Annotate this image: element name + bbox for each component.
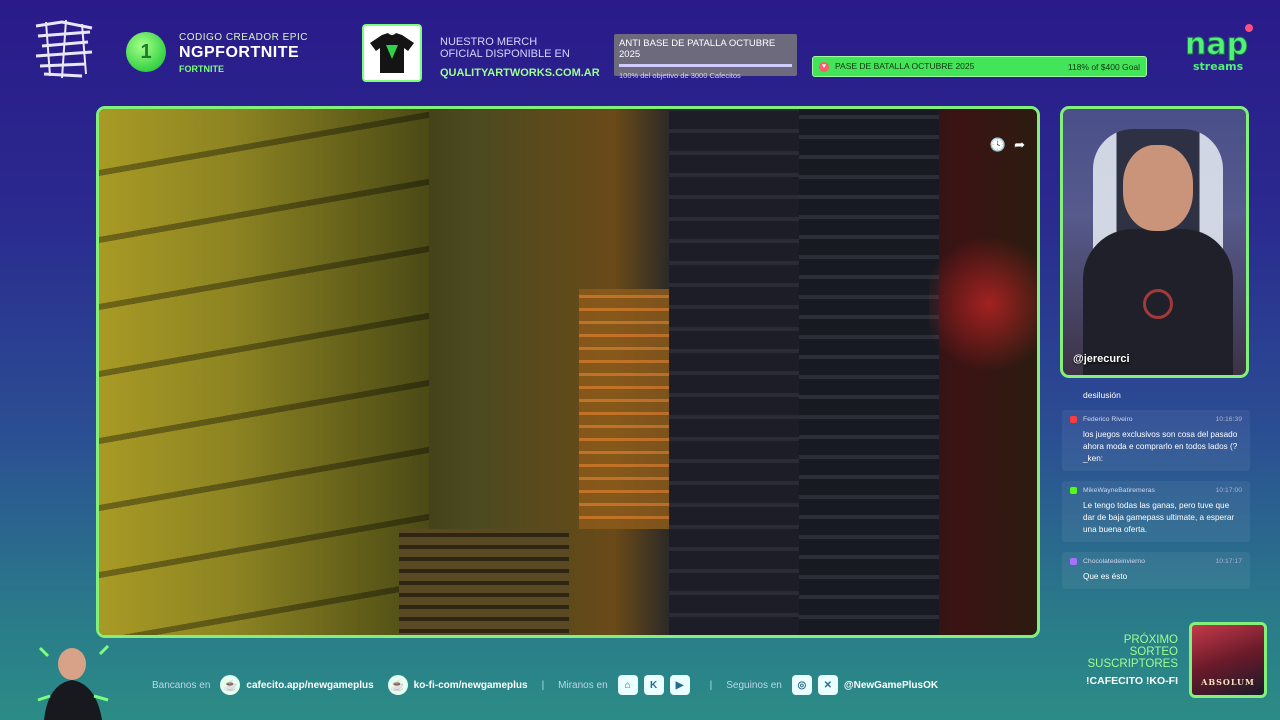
merch-url-link[interactable]: QUALITYARTWORKS.COM.AR [440,67,600,79]
clock-icon[interactable]: 🕓 [990,137,1006,153]
chat-panel: desilusión Federico Riveiro 10:16:39 los … [1062,381,1250,599]
share-icon[interactable]: ➦ [1014,137,1025,153]
game-capture: 🕓 ➦ [96,106,1040,638]
twitch-icon[interactable]: ⌂ [617,675,638,695]
twitch-icon [1070,558,1077,565]
kofi-goal-progress-text: 118% of $400 Goal [1067,61,1140,72]
social-handle[interactable]: @NewGamePlusOK [844,680,938,691]
sorteo-line3: SUSCRIPTORES [1087,658,1178,670]
streamer-head [1123,145,1193,231]
chat-first-line: desilusión [1083,390,1121,400]
bottom-social-bar: Bancanos en ☕ cafecito.app/newgameplus ☕… [152,674,938,696]
kofi-link[interactable]: ko-fi-com/newgameplus [414,680,528,691]
creator-code-name: NGPFORTNITE [179,44,300,61]
chat-message: MikeWayneBatiremeras 10:17:00 Le tengo to… [1062,481,1250,542]
kick-icon[interactable]: K [643,675,664,695]
youtube-icon [1070,416,1077,423]
poster-title: ABSOLUM [1201,677,1255,687]
cafecito-icon: ☕ [220,675,241,695]
merch-line2: OFICIAL DISPONIBLE EN [440,48,570,60]
merch-promo: NUESTRO MERCH OFICIAL DISPONIBLE EN QUAL… [440,36,600,79]
chat-text: Que es ésto [1083,572,1128,581]
merch-line1: NUESTRO MERCH [440,36,538,48]
logo-text: nap [1185,27,1248,62]
sorteo-commands: !CAFECITO !KO-FI [1086,675,1178,687]
game-pillar-right [799,109,939,635]
miranos-label: Miranos en [558,679,608,691]
kofi-goal-widget: ♥ PASE DE BATALLA OCTUBRE 2025 118% of $… [812,56,1147,77]
instagram-icon[interactable]: ◎ [791,675,812,695]
cafecito-goal-title: ANTI BASE DE PATALLA OCTUBRE 2025 [619,38,776,60]
cafecito-goal-widget: ANTI BASE DE PATALLA OCTUBRE 2025 100% d… [614,34,797,80]
chat-message: Chocolatedeinvierno 10:17:17 Que es ésto [1062,552,1250,589]
coin-icon: 1 [126,32,166,72]
kofi-icon: ☕ [387,675,408,695]
chat-username: Federico Riveiro [1083,416,1133,423]
webcam-feed: @jerecurci [1060,106,1249,378]
game-poster-image: ABSOLUM [1189,622,1267,698]
heart-icon: ♥ [819,61,829,72]
separator: | [541,679,545,691]
shirt-emblem [1143,289,1173,319]
chat-text: Le tengo todas las ganas, pero tuve que … [1083,501,1235,534]
sorteo-line2: SORTEO [1129,646,1178,658]
kick-icon [1070,487,1077,494]
separator: | [709,679,713,691]
kofi-goal-title: PASE DE BATALLA OCTUBRE 2025 [835,61,975,71]
chat-time: 10:17:17 [1215,558,1242,565]
merch-tshirt-image [362,24,422,82]
bancanos-label: Bancanos en [152,679,211,691]
chat-time: 10:17:00 [1215,487,1242,494]
ngp-streams-logo: nap streams [1183,20,1255,76]
seguinos-label: Seguinos en [726,679,782,691]
game-stairs [399,529,569,635]
game-pillar-left [669,109,799,635]
youtube-icon[interactable]: ▶ [669,675,690,695]
chat-username: Chocolatedeinvierno [1083,558,1145,565]
game-orange-machinery [579,289,669,529]
chat-message: Federico Riveiro 10:16:39 los juegos excl… [1062,410,1250,471]
chat-text: los juegos exclusivos son cosa del pasad… [1083,430,1238,463]
game-red-light [929,229,1037,379]
x-icon[interactable]: ✕ [817,675,838,695]
streamer-handle: @jerecurci [1073,353,1130,365]
scribble-logo [32,18,98,80]
creator-code-block: CODIGO CREADOR EPIC NGPFORTNITE FORTNITE [179,32,308,74]
streamer-avatar-cartoon [30,640,112,720]
cafecito-link[interactable]: cafecito.app/newgameplus [246,680,373,691]
chat-username: MikeWayneBatiremeras [1083,487,1155,494]
logo-sub: streams [1193,60,1244,73]
creator-code-game: FORTNITE [179,64,224,74]
sorteo-line1: PRÓXIMO [1123,634,1178,646]
creator-code-label: CODIGO CREADOR EPIC [179,32,308,43]
chat-time: 10:16:39 [1215,416,1242,423]
game-overlay-icons: 🕓 ➦ [990,137,1025,153]
sorteo-block: PRÓXIMO SORTEO SUSCRIPTORES !CAFECITO !K… [1060,634,1178,687]
cafecito-goal-subtitle: 100% del objetivo de 3000 Cafecitos [619,71,741,80]
game-wall [99,109,429,635]
